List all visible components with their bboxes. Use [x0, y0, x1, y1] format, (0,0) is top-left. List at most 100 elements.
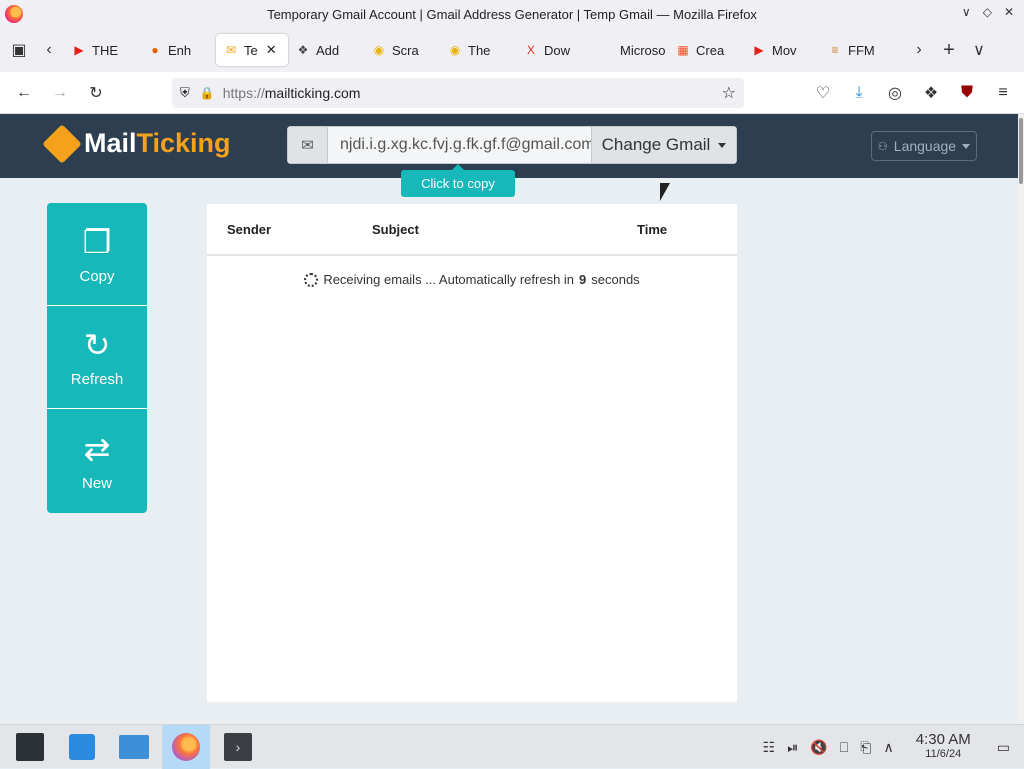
tab-label: Microso: [620, 42, 666, 58]
window-titlebar: Temporary Gmail Account | Gmail Address …: [0, 0, 1024, 28]
tab-label: Enh: [168, 42, 192, 58]
maximize-icon[interactable]: ◇: [983, 5, 992, 19]
coin-icon: ◉: [373, 43, 385, 57]
reload-icon[interactable]: ↻: [81, 78, 111, 108]
new-button[interactable]: ⇄ New: [47, 409, 147, 513]
chevron-down-icon: [718, 142, 727, 148]
tab-8[interactable]: ▦ Crea: [668, 34, 744, 66]
logo-text-ticking: Ticking: [136, 128, 231, 158]
language-dropdown[interactable]: ⚇ Language: [871, 131, 977, 161]
software-store-icon[interactable]: [58, 725, 106, 769]
refresh-label: Refresh: [70, 370, 124, 388]
lock-icon[interactable]: 🔒: [200, 86, 215, 100]
app-launcher-icon[interactable]: [6, 725, 54, 769]
tab-overview-icon[interactable]: ▣: [4, 35, 34, 65]
clock-date: 11/6/24: [925, 748, 962, 760]
column-sender: Sender: [227, 221, 272, 237]
usb-device-icon[interactable]: ⎕: [840, 739, 848, 756]
envelope-icon: ✉: [287, 126, 328, 164]
change-gmail-button[interactable]: Change Gmail: [592, 126, 737, 164]
mail-icon: ✉: [225, 43, 237, 57]
click-to-copy-tooltip[interactable]: Click to copy: [401, 164, 515, 197]
tab-strip: ▣ ‹ ▶ THE ● Enh ✉ Te ✕ ❖ Add ◉ Scra ◉ The X Dow Microso…: [0, 28, 1024, 72]
site-header: Mail Ticking ✉ njdi.i.g.xg.kc.fvj.g.fk.gf…: [0, 114, 1018, 178]
tab-3[interactable]: ❖ Add: [288, 34, 364, 66]
system-tray: ☷ ⏯ 🔇 ⎕ ⎗ ∧ 4:30 AM 11/6/24 ▭: [763, 725, 1024, 769]
tab-label: Mov: [772, 42, 797, 58]
tracking-shield-icon[interactable]: ⛨: [180, 85, 190, 101]
column-time: Time: [637, 221, 668, 237]
logo-text-mail: Mail: [84, 128, 137, 158]
new-label: New: [81, 474, 112, 492]
window-controls: ∨ ◇ ✕: [962, 5, 1014, 19]
translate-icon: ⚇: [877, 140, 888, 153]
show-desktop-icon[interactable]: ▭: [997, 739, 1010, 756]
menu-icon[interactable]: ≡: [988, 78, 1018, 108]
taskbar: › ☷ ⏯ 🔇 ⎕ ⎗ ∧ 4:30 AM 11/6/24 ▭: [0, 724, 1024, 769]
new-tab-icon[interactable]: +: [934, 35, 964, 65]
tab-5[interactable]: ◉ The: [440, 34, 516, 66]
tab-label: Add: [316, 42, 340, 58]
forward-icon[interactable]: →: [45, 78, 75, 108]
email-address-field[interactable]: njdi.i.g.xg.kc.fvj.g.fk.gf.f@gmail.com: [328, 126, 592, 164]
clipboard-icon[interactable]: ☷: [763, 739, 776, 756]
toolbar-icons: ♡ ⤓ ◎ ❖ ⛊ ≡: [808, 78, 1018, 108]
minimize-icon[interactable]: ∨: [962, 5, 971, 19]
refresh-button[interactable]: ↻ Refresh: [47, 306, 147, 409]
tab-10[interactable]: ≡ FFM: [820, 34, 896, 66]
close-tab-icon[interactable]: ✕: [266, 42, 277, 58]
email-input-group: ✉ njdi.i.g.xg.kc.fvj.g.fk.gf.f@gmail.com…: [287, 126, 737, 164]
clock-time: 4:30 AM: [915, 731, 971, 748]
inbox-header-row: Sender Subject Time: [207, 204, 737, 256]
network-icon[interactable]: ⎗: [860, 739, 871, 756]
volume-muted-icon[interactable]: 🔇: [810, 739, 827, 756]
loading-spinner-icon: [304, 272, 319, 287]
url-bar[interactable]: ⛨ 🔒 https://mailticking.com ☆: [172, 78, 744, 108]
close-window-icon[interactable]: ✕: [1004, 5, 1014, 19]
bookmark-star-icon[interactable]: ☆: [722, 83, 736, 103]
shuffle-icon: ⇄: [83, 430, 111, 467]
action-sidebar: ❐ Copy ↻ Refresh ⇄ New: [47, 203, 147, 513]
file-manager-icon[interactable]: [110, 725, 158, 769]
logo-mark-icon: [42, 123, 82, 164]
extensions-icon[interactable]: ❖: [916, 78, 946, 108]
terminal-icon[interactable]: ›: [214, 725, 262, 769]
tab-2[interactable]: ✉ Te ✕: [216, 34, 288, 66]
none: [600, 43, 614, 57]
youtube-icon: ▶: [74, 43, 84, 57]
clock[interactable]: 4:30 AM 11/6/24: [915, 731, 971, 761]
window-title: Temporary Gmail Account | Gmail Address …: [267, 6, 757, 22]
tab-scroll-right-icon[interactable]: ›: [904, 35, 934, 65]
pocket-icon[interactable]: ♡: [808, 78, 838, 108]
site-logo[interactable]: Mail Ticking: [42, 123, 231, 164]
tab-0[interactable]: ▶ THE: [64, 34, 140, 66]
list-all-tabs-icon[interactable]: ∨: [964, 35, 994, 65]
copy-button[interactable]: ❐ Copy: [47, 203, 147, 306]
ublock-icon[interactable]: ⛊: [952, 78, 982, 108]
firefox-icon: ●: [151, 43, 159, 57]
tab-7[interactable]: Microso: [592, 34, 668, 66]
status-prefix: Receiving emails ... Automatically refre…: [323, 272, 575, 287]
change-gmail-label: Change Gmail: [601, 135, 711, 154]
tab-4[interactable]: ◉ Scra: [364, 34, 440, 66]
tab-6[interactable]: X Dow: [516, 34, 592, 66]
copy-label: Copy: [79, 267, 115, 285]
account-icon[interactable]: ◎: [880, 78, 910, 108]
chevron-up-icon[interactable]: ∧: [883, 739, 893, 756]
firefox-taskbar-icon[interactable]: [162, 724, 210, 769]
tab-scroll-left-icon[interactable]: ‹: [34, 35, 64, 65]
downloads-icon[interactable]: ⤓: [844, 78, 874, 108]
media-pause-icon[interactable]: ⏯: [787, 739, 798, 756]
tab-label: FFM: [848, 42, 875, 58]
tab-1[interactable]: ● Enh: [140, 34, 216, 66]
navigation-toolbar: ← → ↻ ⛨ 🔒 https://mailticking.com ☆ ♡ ⤓ …: [0, 72, 1024, 114]
status-seconds: 9: [579, 272, 587, 287]
page-scrollbar[interactable]: [1018, 114, 1024, 724]
mouse-cursor-icon: [660, 183, 670, 201]
back-icon[interactable]: ←: [9, 78, 39, 108]
tab-list: ▶ THE ● Enh ✉ Te ✕ ❖ Add ◉ Scra ◉ The X Dow Microso ▦ Cre…: [64, 34, 904, 66]
scrollbar-thumb[interactable]: [1019, 118, 1023, 184]
tab-label: Crea: [696, 42, 725, 58]
refresh-icon: ↻: [83, 326, 111, 363]
tab-9[interactable]: ▶ Mov: [744, 34, 820, 66]
